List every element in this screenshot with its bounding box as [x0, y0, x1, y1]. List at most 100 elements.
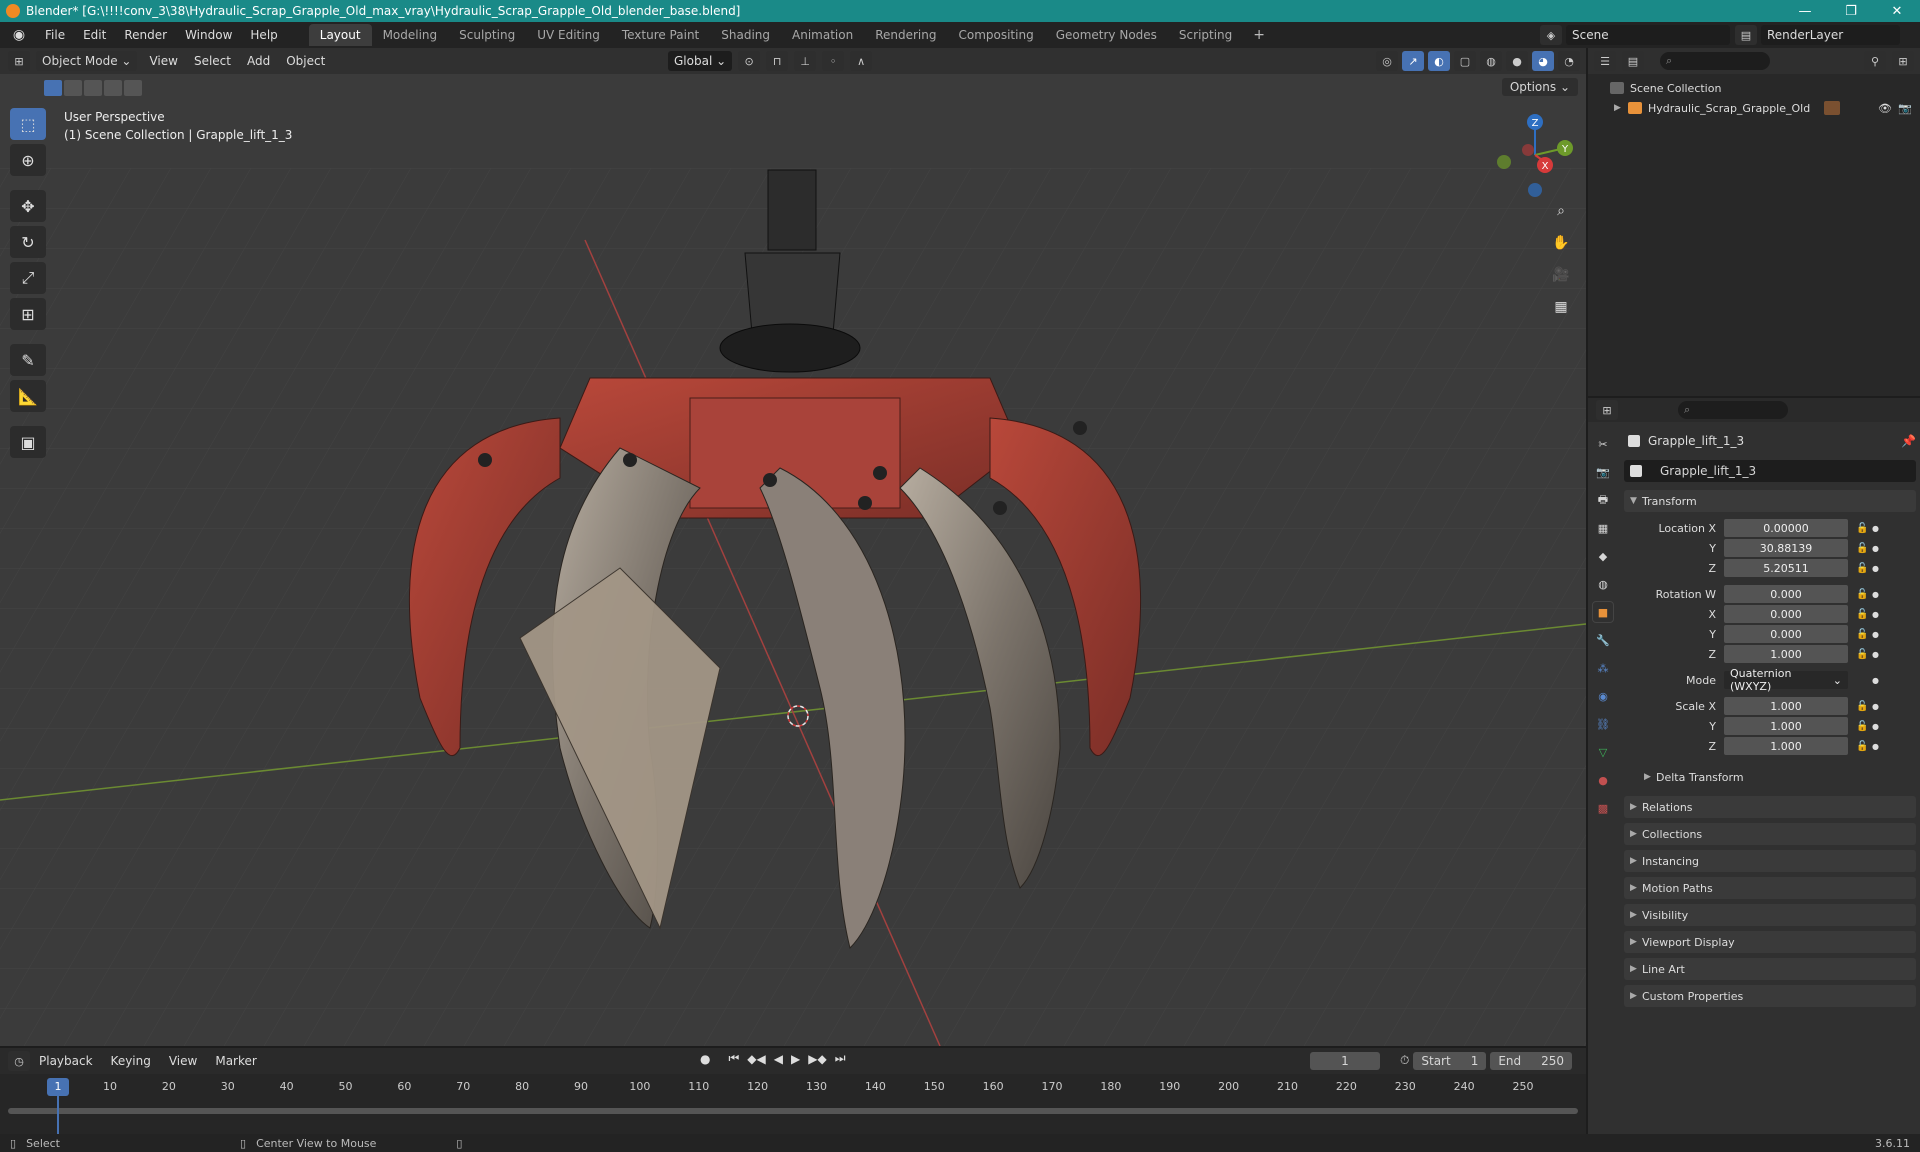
visibility-eye-icon[interactable]: 👁 — [1878, 102, 1892, 115]
lock-icon[interactable]: 🔓 — [1856, 563, 1872, 574]
filter-icon[interactable]: ⚲ — [1864, 51, 1886, 71]
rotation-z-field[interactable]: 1.000 — [1724, 645, 1848, 663]
scale-x-field[interactable]: 1.000 — [1724, 697, 1848, 715]
solid-shading-icon[interactable]: ● — [1506, 51, 1528, 71]
visibility-panel-header[interactable]: ▶ Visibility — [1624, 904, 1916, 926]
lock-icon[interactable]: 🔓 — [1856, 589, 1872, 600]
tab-geometry-nodes[interactable]: Geometry Nodes — [1045, 24, 1168, 46]
minimize-button[interactable]: — — [1782, 0, 1828, 22]
menu-object[interactable]: Object — [278, 50, 333, 72]
viewport-display-panel-header[interactable]: ▶ Viewport Display — [1624, 931, 1916, 953]
lock-icon[interactable]: 🔓 — [1856, 649, 1872, 660]
menu-select[interactable]: Select — [186, 50, 239, 72]
select-subtract-icon[interactable] — [84, 80, 102, 96]
measure-tool-icon[interactable]: 📐 — [10, 380, 46, 412]
lock-icon[interactable]: 🔓 — [1856, 629, 1872, 640]
rotation-mode-dropdown[interactable]: Quaternion (WXYZ) ⌄ — [1724, 667, 1848, 693]
tab-modeling[interactable]: Modeling — [372, 24, 449, 46]
world-tab-icon[interactable]: ◍ — [1593, 574, 1613, 594]
3d-viewport[interactable]: ⊞ Object Mode ⌄ View Select Add Object G… — [0, 48, 1586, 1046]
keyframe-dot-icon[interactable]: ● — [1872, 630, 1882, 639]
lock-icon[interactable]: 🔓 — [1856, 701, 1872, 712]
scene-tab-icon[interactable]: ◆ — [1593, 546, 1613, 566]
maximize-button[interactable]: ❐ — [1828, 0, 1874, 22]
options-button[interactable]: Options ⌄ — [1501, 78, 1578, 96]
object-tab-icon[interactable]: ■ — [1592, 601, 1614, 623]
menu-add[interactable]: Add — [239, 50, 278, 72]
scene-name-field[interactable]: Scene — [1566, 25, 1730, 45]
delta-transform-header[interactable]: ▶ Delta Transform — [1638, 766, 1916, 788]
prev-keyframe-icon[interactable]: ◆◀ — [747, 1052, 765, 1066]
editor-type-icon[interactable]: ⊞ — [8, 51, 30, 71]
rendered-shading-icon[interactable]: ◔ — [1558, 51, 1580, 71]
keyframe-dot-icon[interactable]: ● — [1872, 676, 1882, 685]
material-shading-icon[interactable]: ◕ — [1532, 51, 1554, 71]
select-invert-icon[interactable] — [104, 80, 122, 96]
collections-panel-header[interactable]: ▶ Collections — [1624, 823, 1916, 845]
xray-icon[interactable]: ▢ — [1454, 51, 1476, 71]
constraints-tab-icon[interactable]: ⛓ — [1593, 714, 1613, 734]
keyframe-dot-icon[interactable]: ● — [1872, 702, 1882, 711]
keyframe-dot-icon[interactable]: ● — [1872, 544, 1882, 553]
tab-shading[interactable]: Shading — [710, 24, 781, 46]
line-art-panel-header[interactable]: ▶ Line Art — [1624, 958, 1916, 980]
proportional-edit-icon[interactable]: ◦ — [822, 51, 845, 71]
select-extend-icon[interactable] — [64, 80, 82, 96]
play-reverse-icon[interactable]: ◀ — [774, 1052, 783, 1066]
tab-animation[interactable]: Animation — [781, 24, 864, 46]
texture-tab-icon[interactable]: ▩ — [1593, 798, 1613, 818]
modifier-icon[interactable] — [1824, 101, 1840, 115]
menu-render[interactable]: Render — [115, 28, 176, 42]
new-collection-icon[interactable]: ⊞ — [1892, 51, 1914, 71]
mode-selector[interactable]: Object Mode ⌄ — [36, 51, 138, 71]
properties-editor-icon[interactable]: ⊞ — [1596, 400, 1618, 420]
render-layer-field[interactable]: RenderLayer — [1761, 25, 1900, 45]
snap-icon[interactable]: ⊓ — [766, 51, 789, 71]
tab-layout[interactable]: Layout — [308, 24, 372, 46]
menu-edit[interactable]: Edit — [74, 28, 115, 42]
lock-icon[interactable]: 🔓 — [1856, 741, 1872, 752]
tab-texture-paint[interactable]: Texture Paint — [611, 24, 710, 46]
properties-search-input[interactable]: ⌕ — [1678, 401, 1788, 419]
current-frame-field[interactable]: 1 — [1310, 1052, 1380, 1070]
wireframe-shading-icon[interactable]: ◍ — [1480, 51, 1502, 71]
end-frame-field[interactable]: End 250 — [1490, 1052, 1573, 1070]
tab-rendering[interactable]: Rendering — [864, 24, 947, 46]
orientation-dropdown[interactable]: Global ⌄ — [668, 51, 733, 71]
transform-panel-header[interactable]: ▼ Transform — [1624, 490, 1916, 512]
menu-help[interactable]: Help — [241, 28, 286, 42]
relations-panel-header[interactable]: ▶ Relations — [1624, 796, 1916, 818]
location-x-field[interactable]: 0.00000 — [1724, 519, 1848, 537]
move-tool-icon[interactable]: ✥ — [10, 190, 46, 222]
playhead-frame-label[interactable]: 1 — [47, 1078, 69, 1096]
display-mode-icon[interactable]: ▤ — [1622, 51, 1644, 71]
scale-z-field[interactable]: 1.000 — [1724, 737, 1848, 755]
keyframe-dot-icon[interactable]: ● — [1872, 590, 1882, 599]
instancing-panel-header[interactable]: ▶ Instancing — [1624, 850, 1916, 872]
render-layer-icon[interactable]: ▤ — [1735, 25, 1757, 45]
pan-hand-icon[interactable]: ✋ — [1548, 230, 1574, 256]
jump-start-icon[interactable]: ⏮ — [728, 1051, 739, 1066]
select-box-icon[interactable]: ⬚ — [10, 108, 46, 140]
select-new-icon[interactable] — [44, 80, 62, 96]
location-z-field[interactable]: 5.20511 — [1724, 559, 1848, 577]
camera-view-icon[interactable]: 🎥 — [1548, 262, 1574, 288]
tab-uv-editing[interactable]: UV Editing — [526, 24, 611, 46]
scene-collection-row[interactable]: Scene Collection — [1588, 78, 1920, 98]
menu-window[interactable]: Window — [176, 28, 241, 42]
tool-tab-icon[interactable]: ✂ — [1593, 434, 1613, 454]
data-tab-icon[interactable]: ▽ — [1593, 742, 1613, 762]
timeline-ruler[interactable]: 10 20 30 40 50 60 70 80 90 100 110 120 130 140 150 160 1… — [0, 1074, 1586, 1134]
menu-marker[interactable]: Marker — [206, 1054, 265, 1068]
add-workspace-button[interactable]: + — [1243, 27, 1275, 43]
keyframe-dot-icon[interactable]: ● — [1872, 722, 1882, 731]
zoom-icon[interactable]: ⌕ — [1548, 198, 1574, 224]
play-icon[interactable]: ▶ — [791, 1052, 800, 1066]
pin-icon[interactable]: 📌 — [1901, 434, 1916, 448]
close-button[interactable]: ✕ — [1874, 0, 1920, 22]
rotate-tool-icon[interactable]: ↻ — [10, 226, 46, 258]
next-keyframe-icon[interactable]: ▶◆ — [808, 1052, 826, 1066]
annotate-tool-icon[interactable]: ✎ — [10, 344, 46, 376]
keyframe-dot-icon[interactable]: ● — [1872, 650, 1882, 659]
scene-icon[interactable]: ◈ — [1540, 25, 1562, 45]
